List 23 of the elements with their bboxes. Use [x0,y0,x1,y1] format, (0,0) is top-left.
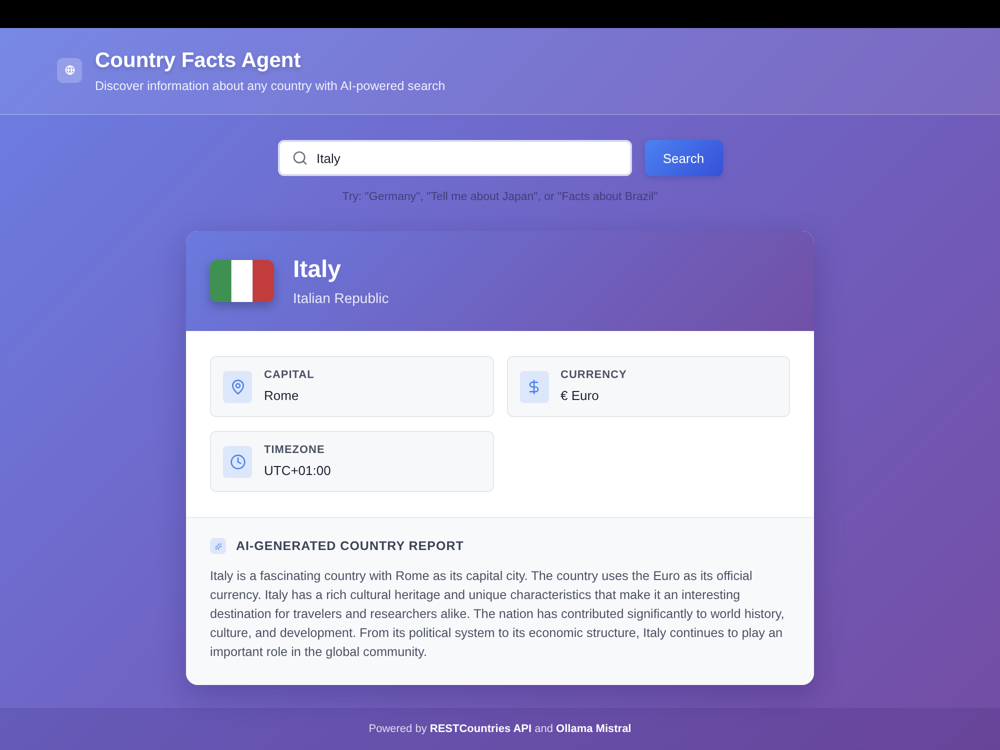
sparkle-icon [210,538,226,554]
footer-text: Powered by RESTCountries API and Ollama Mistral [368,723,632,735]
fact-label: TIMEZONE [264,444,326,457]
official-name: Italian Republic [293,288,389,306]
report-text: Italy is a fascinating country with Rome as its capital city. The country uses the Euro as its official currency. Italy has a rich cultural heritage and unique characteristics that make it an interesting destination for travelers and researchers alike. The nation has contributed significantly to world history, culture, and development. From its political system to its economic structure, Italy continues to play an important role in the global community. [210,568,786,661]
fact-value: € Euro [560,388,600,404]
dollar-sign-icon [520,370,548,402]
fact-label: CURRENCY [560,369,627,382]
search-hint: Try: "Germany", "Tell me about Japan", or "Facts about Brazil" [342,190,658,205]
app-title: Country Facts Agent [95,48,302,73]
fact-value: Rome [264,388,300,404]
country-name: Italy [293,256,342,284]
clock-icon [223,446,252,478]
search-field[interactable]: Italy [278,140,632,176]
search-icon [292,150,308,166]
fact-value: UTC+01:00 [264,463,331,479]
app-subtitle: Discover information about any country with AI-powered search [95,78,446,94]
search-button[interactable]: Search [644,140,722,176]
map-pin-icon [223,370,252,402]
report-title: AI-GENERATED COUNTRY REPORT [236,538,464,554]
fact-label: CAPITAL [264,369,314,382]
flag-icon [210,260,274,302]
globe-icon [57,58,82,82]
